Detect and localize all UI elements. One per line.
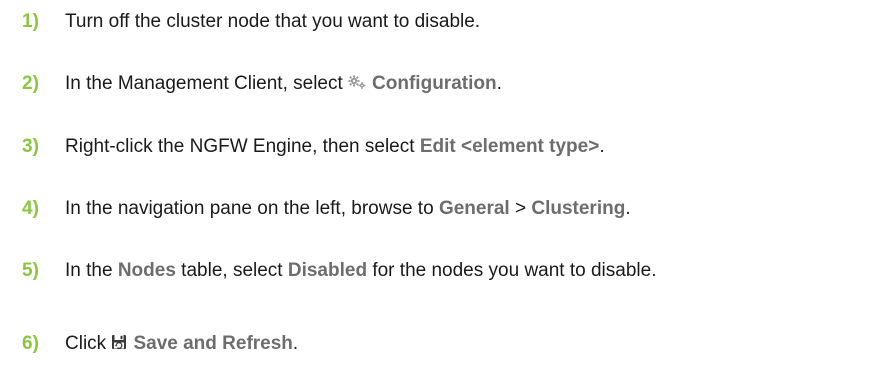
ui-label-edit-element-type: Edit <element type>	[419, 136, 600, 157]
step-text: Right-click the NGFW Engine, then select…	[65, 136, 605, 157]
step-number: 1)	[22, 11, 39, 32]
step-number: 5)	[22, 260, 39, 281]
step-number: 4)	[22, 198, 39, 219]
step-number: 3)	[22, 136, 39, 157]
ui-label-clustering: Clustering	[531, 198, 626, 219]
step-number: 6)	[22, 333, 39, 354]
step-number: 2)	[22, 73, 39, 94]
ui-label-nodes: Nodes	[117, 260, 176, 281]
step-text: Turn off the cluster node that you want …	[65, 11, 481, 32]
ui-label-disabled: Disabled	[287, 260, 368, 281]
ui-label-configuration: Configuration	[372, 73, 497, 94]
step-text: In the Management Client, select Configu…	[65, 73, 502, 94]
ui-label-save-and-refresh: Save and Refresh	[133, 333, 293, 354]
save-refresh-icon	[112, 334, 127, 349]
ui-label-general: General	[438, 198, 510, 219]
step-text: In the navigation pane on the left, brow…	[65, 198, 631, 219]
step-text: Click Save and Refresh.	[65, 333, 299, 354]
step-text: In the Nodes table, select Disabled for …	[65, 260, 657, 281]
gears-icon	[348, 75, 366, 89]
